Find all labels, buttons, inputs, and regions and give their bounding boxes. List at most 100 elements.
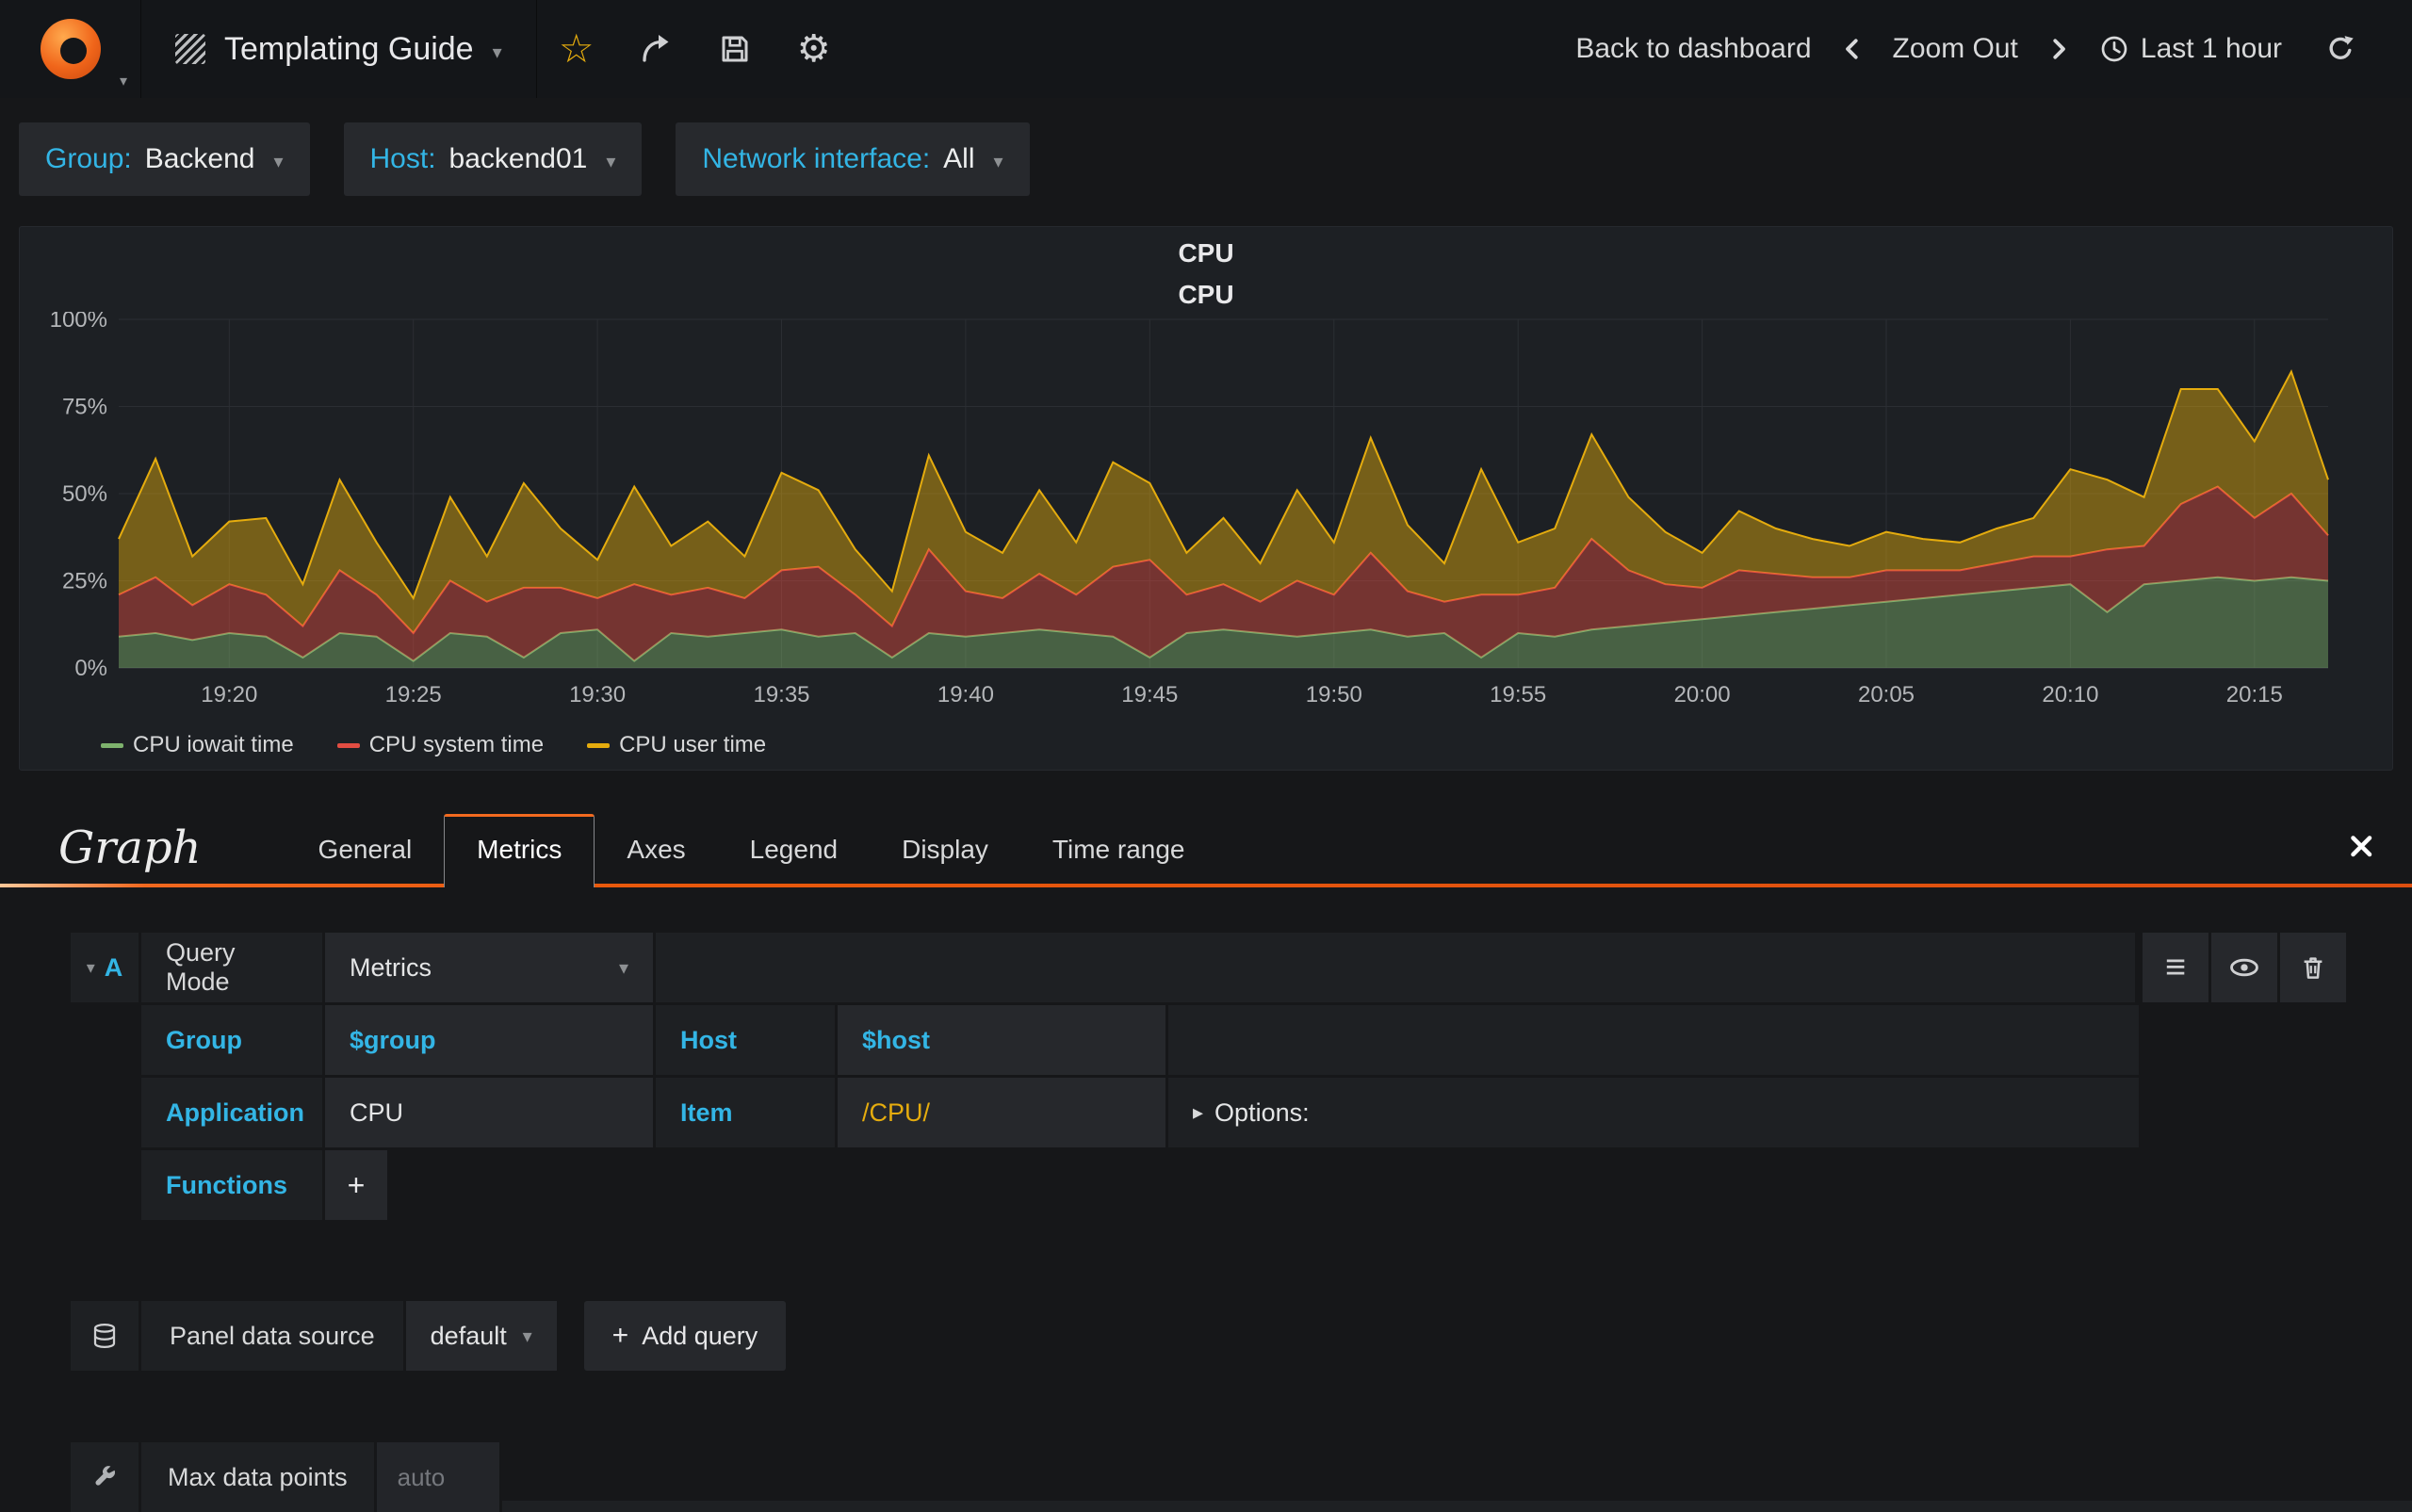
database-icon — [93, 1324, 116, 1348]
host-input[interactable]: $host — [838, 1005, 1165, 1075]
query-row-group-host: Group $group Host $host — [141, 1005, 2139, 1075]
template-var-host[interactable]: Host: backend01 ▾ — [343, 122, 643, 196]
query-row-filler — [656, 933, 2135, 1002]
add-function-button[interactable]: + — [325, 1150, 387, 1220]
svg-text:19:55: 19:55 — [1490, 682, 1546, 707]
legend-label: CPU iowait time — [133, 732, 294, 757]
caret-down-icon: ▾ — [119, 73, 127, 89]
template-var-label: Group: — [45, 143, 132, 174]
legend-label: CPU system time — [368, 732, 545, 757]
query-collapse-toggle[interactable]: ▾ A — [71, 933, 139, 1002]
legend-item-iowait[interactable]: CPU iowait time — [101, 732, 294, 758]
navbar: ▾ Templating Guide ▾ ☆ ⚙ Back to dashboa… — [0, 0, 2412, 98]
svg-text:19:30: 19:30 — [569, 682, 626, 707]
max-data-points-placeholder: auto — [397, 1462, 446, 1491]
query-row-a: ▾ A Query Mode Metrics ▾ ≡ — [71, 933, 2346, 1002]
template-var-label: Host: — [369, 143, 436, 174]
caret-down-icon: ▾ — [618, 957, 628, 979]
time-shift-back-button[interactable] — [1831, 35, 1874, 63]
star-button[interactable]: ☆ — [537, 0, 616, 98]
share-button[interactable] — [616, 0, 695, 98]
svg-text:25%: 25% — [62, 569, 107, 594]
legend-swatch — [101, 742, 123, 748]
save-icon — [722, 36, 748, 62]
dashboard-title: Templating Guide — [224, 30, 474, 67]
back-to-dashboard-button[interactable]: Back to dashboard — [1562, 33, 1824, 65]
template-var-value: All — [943, 143, 975, 174]
application-input[interactable]: CPU — [325, 1078, 653, 1147]
cpu-panel: CPU CPU 19:20 19:25 19:30 19:35 19:40 19:45 19… — [19, 226, 2393, 771]
query-delete-button[interactable] — [2280, 933, 2346, 1002]
panel-title[interactable]: CPU — [20, 233, 2392, 274]
svg-text:20:05: 20:05 — [1858, 682, 1915, 707]
legend-label: CPU user time — [619, 732, 767, 757]
add-query-button[interactable]: + Add query — [583, 1301, 787, 1371]
caret-down-icon: ▾ — [606, 151, 616, 172]
clock-icon — [2101, 36, 2127, 62]
tab-metrics[interactable]: Metrics — [444, 814, 595, 887]
save-button[interactable] — [695, 0, 774, 98]
application-label: Application — [141, 1078, 322, 1147]
navbar-spacer — [854, 0, 1563, 98]
template-variables-bar: Group: Backend ▾ Host: backend01 ▾ Netwo… — [0, 98, 2412, 220]
max-data-points-input[interactable]: auto — [376, 1442, 499, 1512]
refresh-button[interactable] — [2301, 33, 2380, 65]
dashboard-title-menu[interactable]: Templating Guide ▾ — [141, 0, 537, 98]
caret-down-icon: ▾ — [522, 1325, 532, 1347]
dashboard-grid-icon — [175, 34, 205, 64]
query-row-functions: Functions + — [141, 1150, 2139, 1220]
caret-down-icon: ▾ — [273, 151, 284, 172]
template-var-label: Network interface: — [702, 143, 931, 174]
time-shift-forward-button[interactable] — [2037, 35, 2080, 63]
template-var-group[interactable]: Group: Backend ▾ — [19, 122, 310, 196]
zoom-out-button[interactable]: Zoom Out — [1880, 33, 2031, 65]
gear-icon: ⚙ — [796, 28, 831, 70]
query-menu-button[interactable]: ≡ — [2143, 933, 2208, 1002]
options-toggle[interactable]: ▸ Options: — [1168, 1078, 2139, 1147]
panel-type-label: Graph — [58, 821, 202, 874]
grafana-logo-button[interactable]: ▾ — [0, 0, 141, 98]
group-label: Group — [141, 1005, 322, 1075]
chart-title: CPU — [1178, 280, 1234, 309]
query-mode-label: Query Mode — [141, 933, 322, 1002]
close-icon — [2351, 836, 2372, 857]
template-var-network-interface[interactable]: Network interface: All ▾ — [676, 122, 1030, 196]
group-value: $group — [350, 1025, 436, 1054]
host-value: $host — [862, 1025, 931, 1054]
query-mode-select[interactable]: Metrics ▾ — [325, 933, 653, 1002]
datasource-select[interactable]: default ▾ — [405, 1301, 557, 1371]
tab-axes[interactable]: Axes — [595, 816, 717, 887]
legend-item-system[interactable]: CPU system time — [336, 732, 545, 758]
max-data-points-row: Max data points auto — [71, 1442, 2412, 1512]
cpu-graph[interactable]: 19:20 19:25 19:30 19:35 19:40 19:45 19:50 19:55… — [20, 312, 2394, 726]
svg-text:19:35: 19:35 — [753, 682, 809, 707]
tab-general[interactable]: General — [286, 816, 445, 887]
panel-editor: Graph General Metrics Axes Legend Displa… — [0, 789, 2412, 1512]
svg-text:0%: 0% — [74, 656, 107, 681]
svg-text:20:15: 20:15 — [2226, 682, 2283, 707]
tab-display[interactable]: Display — [870, 816, 1020, 887]
close-editor-button[interactable] — [2346, 831, 2374, 859]
group-input[interactable]: $group — [325, 1005, 653, 1075]
query-editor: ▾ A Query Mode Metrics ▾ ≡ Group $group … — [0, 887, 2412, 1512]
time-range-picker[interactable]: Last 1 hour — [2086, 33, 2295, 65]
caret-down-icon: ▾ — [993, 151, 1003, 172]
query-toggle-visibility-button[interactable] — [2211, 933, 2277, 1002]
time-range-label: Last 1 hour — [2140, 33, 2282, 64]
plus-icon: + — [611, 1320, 629, 1351]
svg-text:75%: 75% — [62, 395, 107, 420]
trash-icon — [2304, 957, 2322, 979]
query-row-filler — [1168, 1005, 2139, 1075]
svg-text:19:20: 19:20 — [201, 682, 257, 707]
application-value: CPU — [350, 1097, 404, 1127]
svg-text:19:45: 19:45 — [1121, 682, 1178, 707]
host-label: Host — [656, 1005, 835, 1075]
query-mode-value: Metrics — [350, 952, 432, 982]
tab-time-range[interactable]: Time range — [1020, 816, 1217, 887]
menu-icon: ≡ — [2164, 948, 2187, 987]
item-input[interactable]: /CPU/ — [838, 1078, 1165, 1147]
legend-item-user[interactable]: CPU user time — [587, 732, 766, 758]
tab-legend[interactable]: Legend — [718, 816, 870, 887]
settings-button[interactable]: ⚙ — [774, 0, 854, 98]
query-row-application-item: Application CPU Item /CPU/ ▸ Options: — [141, 1078, 2139, 1147]
